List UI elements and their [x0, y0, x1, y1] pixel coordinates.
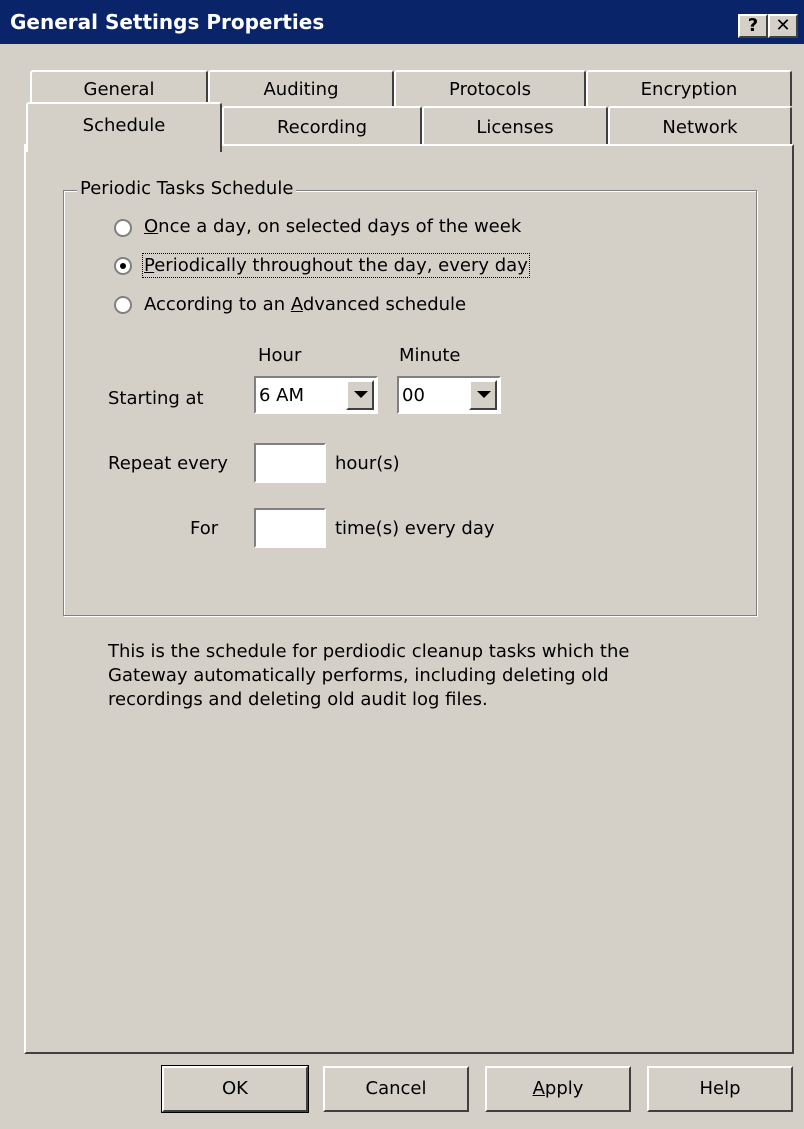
hour-select-value: 6 AM — [259, 385, 305, 406]
radio-once-a-day[interactable] — [114, 219, 132, 237]
help-dialog-button[interactable]: Help — [647, 1066, 793, 1112]
tab-recording-label: Recording — [276, 117, 368, 138]
minute-select[interactable]: 00 — [397, 376, 501, 414]
tab-licenses-label: Licenses — [476, 117, 554, 138]
title-bar: General Settings Properties ? ✕ — [0, 0, 804, 44]
close-icon: ✕ — [775, 15, 791, 36]
times-per-day-input[interactable] — [254, 508, 326, 548]
minute-select-value: 00 — [402, 385, 425, 406]
times-unit-label: time(s) every day — [335, 518, 495, 539]
tab-auditing[interactable]: Auditing — [208, 70, 394, 106]
description-text: This is the schedule for perdiodic clean… — [108, 641, 630, 710]
starting-at-label: Starting at — [108, 388, 204, 409]
ok-button[interactable]: OK — [161, 1065, 309, 1113]
tab-protocols[interactable]: Protocols — [394, 70, 586, 106]
help-icon: ? — [747, 15, 759, 36]
radio-advanced[interactable] — [114, 296, 132, 314]
group-label: Periodic Tasks Schedule — [77, 178, 297, 199]
chevron-down-icon[interactable] — [469, 380, 497, 410]
help-button[interactable]: ? — [738, 14, 768, 38]
tab-general-label: General — [83, 79, 155, 100]
tab-general[interactable]: General — [30, 70, 208, 106]
radio-once-label[interactable]: Once a day, on selected days of the week — [144, 216, 521, 237]
apply-button[interactable]: Apply — [485, 1066, 631, 1112]
close-button[interactable]: ✕ — [768, 14, 798, 38]
repeat-unit-label: hour(s) — [335, 453, 400, 474]
for-label: For — [190, 518, 219, 539]
radio-periodically-label[interactable]: Periodically throughout the day, every d… — [142, 253, 530, 278]
hour-header: Hour — [258, 345, 302, 366]
repeat-hours-input[interactable] — [254, 443, 326, 483]
tab-schedule[interactable]: Schedule — [26, 102, 222, 152]
tab-protocols-label: Protocols — [449, 79, 531, 100]
cancel-button[interactable]: Cancel — [323, 1066, 469, 1112]
repeat-every-label: Repeat every — [108, 453, 228, 474]
tab-schedule-label: Schedule — [82, 115, 166, 136]
radio-periodically[interactable] — [114, 257, 132, 275]
tab-network-label: Network — [662, 117, 738, 138]
hour-select[interactable]: 6 AM — [254, 376, 378, 414]
chevron-down-icon[interactable] — [346, 380, 374, 410]
radio-advanced-label[interactable]: According to an Advanced schedule — [144, 294, 466, 315]
tab-encryption[interactable]: Encryption — [586, 70, 792, 106]
window-title: General Settings Properties — [10, 10, 325, 34]
tab-encryption-label: Encryption — [640, 79, 738, 100]
minute-header: Minute — [399, 345, 461, 366]
radio-selected-dot — [120, 263, 126, 269]
tab-auditing-label: Auditing — [263, 79, 339, 100]
